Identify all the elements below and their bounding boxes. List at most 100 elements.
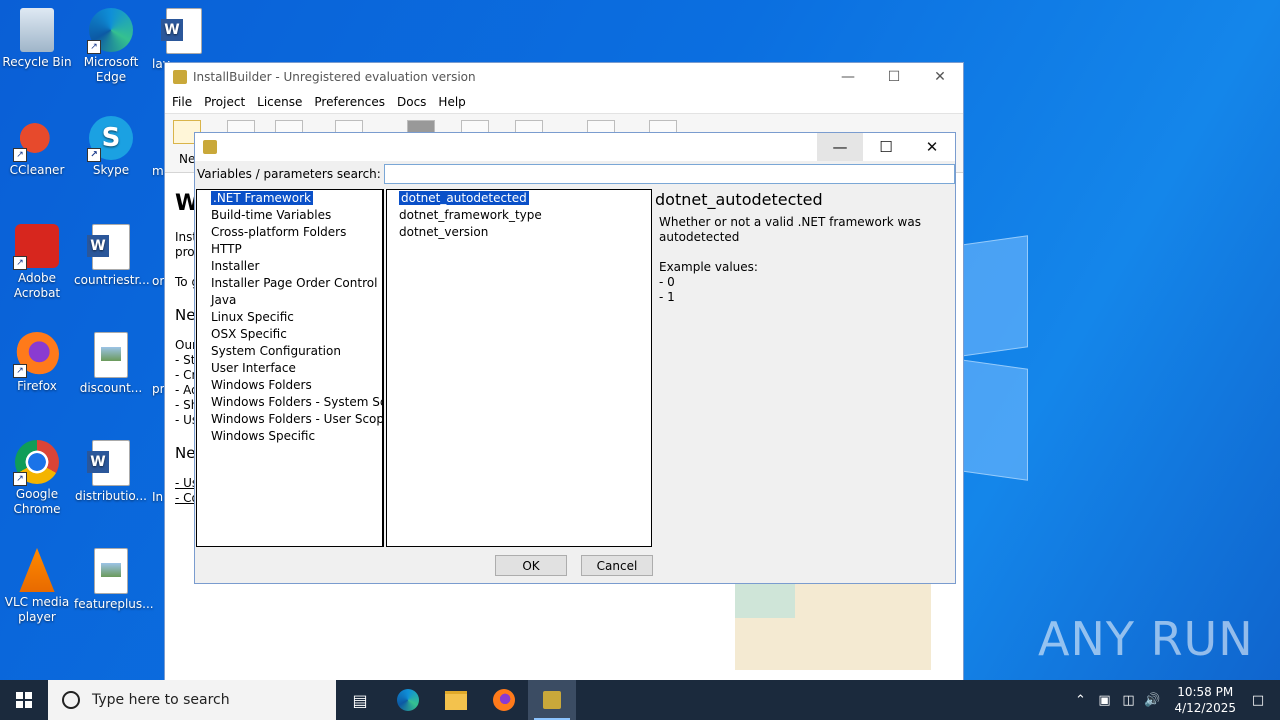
system-tray: ⌃ ▣ ◫ 🔊 10:58 PM 4/12/2025 □ (1068, 684, 1280, 716)
menu-project[interactable]: Project (204, 95, 245, 109)
firefox-icon: ↗ (13, 332, 59, 378)
clock-date: 4/12/2025 (1174, 701, 1236, 715)
category-item[interactable]: Windows Folders - System Scope (197, 394, 382, 411)
news-heading: Ne (175, 306, 196, 324)
category-item[interactable]: .NET Framework (197, 190, 382, 207)
variable-item[interactable]: dotnet_version (387, 224, 651, 241)
taskbar-file-explorer[interactable] (432, 680, 480, 720)
dialog-panes: .NET Framework Build-time Variables Cros… (196, 189, 954, 547)
chevron-up-icon[interactable]: ⌃ (1068, 693, 1092, 708)
word-document-icon: W (161, 8, 202, 54)
desktop-icon-label: featureplus... (74, 597, 154, 611)
task-view-button[interactable]: ▤ (336, 680, 384, 720)
windows-logo-wallpaper (960, 235, 1030, 481)
installbuilder-icon (543, 691, 561, 709)
maximize-icon[interactable]: ☐ (863, 133, 909, 161)
dialog-titlebar[interactable]: — ☐ ✕ (195, 133, 955, 161)
meet-now-icon[interactable]: ▣ (1092, 693, 1116, 708)
desktop-icon-google-chrome[interactable]: ↗ Google Chrome (0, 436, 74, 517)
volume-icon[interactable]: 🔊 (1140, 693, 1164, 708)
cancel-button[interactable]: Cancel (581, 555, 653, 576)
maximize-icon[interactable]: ☐ (871, 63, 917, 91)
close-icon[interactable]: ✕ (909, 133, 955, 161)
desktop-icon-label: Recycle Bin (2, 55, 72, 69)
variable-item[interactable]: dotnet_framework_type (387, 207, 651, 224)
desktop-icon-featureplus[interactable]: featureplus... (74, 544, 154, 612)
category-item[interactable]: OSX Specific (197, 326, 382, 343)
edge-icon: ↗ (87, 8, 133, 54)
firefox-icon (493, 689, 515, 711)
menu-docs[interactable]: Docs (397, 95, 426, 109)
taskbar-edge[interactable] (384, 680, 432, 720)
links-heading: Ne (175, 444, 196, 462)
taskbar-firefox[interactable] (480, 680, 528, 720)
menu-file[interactable]: File (172, 95, 192, 109)
desktop-icon-label: Google Chrome (13, 487, 61, 516)
variable-label: dotnet_autodetected (398, 190, 530, 206)
anyrun-watermark: ANY RUN (1038, 612, 1254, 666)
menu-preferences[interactable]: Preferences (314, 95, 385, 109)
task-view-icon: ▤ (352, 690, 368, 710)
chrome-icon: ↗ (13, 440, 59, 486)
desktop-icon-recycle-bin[interactable]: Recycle Bin (0, 4, 74, 70)
desktop-icon-discount[interactable]: discount... (74, 328, 148, 396)
search-row: Variables / parameters search: (195, 161, 955, 187)
variable-detail: dotnet_autodetected Whether or not a val… (652, 189, 954, 547)
adobe-acrobat-icon: ↗ (13, 224, 59, 270)
desktop-icon-label: discount... (79, 381, 143, 395)
search-label: Variables / parameters search: (197, 167, 381, 181)
category-item[interactable]: Windows Folders (197, 377, 382, 394)
category-item[interactable]: Windows Folders - User Scope (197, 411, 382, 428)
taskbar-search-box[interactable]: Type here to search (48, 680, 336, 720)
category-item[interactable]: Linux Specific (197, 309, 382, 326)
clock[interactable]: 10:58 PM 4/12/2025 (1174, 684, 1236, 716)
category-list[interactable]: .NET Framework Build-time Variables Cros… (196, 189, 384, 547)
close-icon[interactable]: ✕ (917, 63, 963, 91)
notification-icon[interactable]: □ (1246, 693, 1270, 708)
recycle-bin-icon (20, 8, 54, 52)
desktop-icon-vlc[interactable]: VLC media player (0, 544, 74, 625)
search-placeholder: Type here to search (92, 692, 230, 708)
variable-list[interactable]: dotnet_autodetected dotnet_framework_typ… (386, 189, 652, 547)
category-item[interactable]: Java (197, 292, 382, 309)
variable-search-input[interactable] (383, 164, 955, 184)
menu-license[interactable]: License (257, 95, 302, 109)
desktop-icon-countriestr[interactable]: W countriestr... (74, 220, 150, 288)
category-item[interactable]: Windows Specific (197, 428, 382, 445)
detail-title: dotnet_autodetected (655, 190, 823, 209)
menu-help[interactable]: Help (438, 95, 465, 109)
search-icon (62, 691, 80, 709)
news-bullet: - St (175, 353, 196, 367)
desktop-icon-ccleaner[interactable]: ↗ CCleaner (0, 112, 74, 178)
desktop-icon-label: Microsoft Edge (83, 55, 139, 84)
start-button[interactable] (0, 680, 48, 720)
image-file-icon (94, 332, 128, 378)
minimize-icon[interactable]: — (825, 63, 871, 91)
minimize-icon[interactable]: — (817, 133, 863, 161)
category-item[interactable]: HTTP (197, 241, 382, 258)
ok-button[interactable]: OK (495, 555, 567, 576)
category-item[interactable]: System Configuration (197, 343, 382, 360)
ccleaner-icon: ↗ (13, 116, 59, 162)
desktop-icon-adobe-acrobat[interactable]: ↗ Adobe Acrobat (0, 220, 74, 301)
decorative-graphic (735, 578, 795, 618)
category-item[interactable]: Installer (197, 258, 382, 275)
desktop-icon-firefox[interactable]: ↗ Firefox (0, 328, 74, 394)
installbuilder-app-icon (173, 70, 187, 84)
network-icon[interactable]: ◫ (1116, 693, 1140, 708)
clock-time: 10:58 PM (1177, 685, 1234, 699)
desktop-icon-label: Adobe Acrobat (13, 271, 61, 300)
desktop-icon-distributio[interactable]: W distributio... (74, 436, 148, 504)
folder-icon (445, 690, 467, 710)
category-item[interactable]: Installer Page Order Control (197, 275, 382, 292)
category-item[interactable]: Cross-platform Folders (197, 224, 382, 241)
category-item[interactable]: Build-time Variables (197, 207, 382, 224)
desktop-icon-label: VLC media player (4, 595, 70, 624)
vlc-cone-icon (19, 548, 55, 592)
variable-item[interactable]: dotnet_autodetected (387, 190, 651, 207)
desktop-icon-microsoft-edge[interactable]: ↗ Microsoft Edge (74, 4, 148, 85)
main-titlebar[interactable]: InstallBuilder - Unregistered evaluation… (165, 63, 963, 91)
category-item[interactable]: User Interface (197, 360, 382, 377)
taskbar-installbuilder[interactable] (528, 680, 576, 720)
desktop-icon-skype[interactable]: S ↗ Skype (74, 112, 148, 178)
